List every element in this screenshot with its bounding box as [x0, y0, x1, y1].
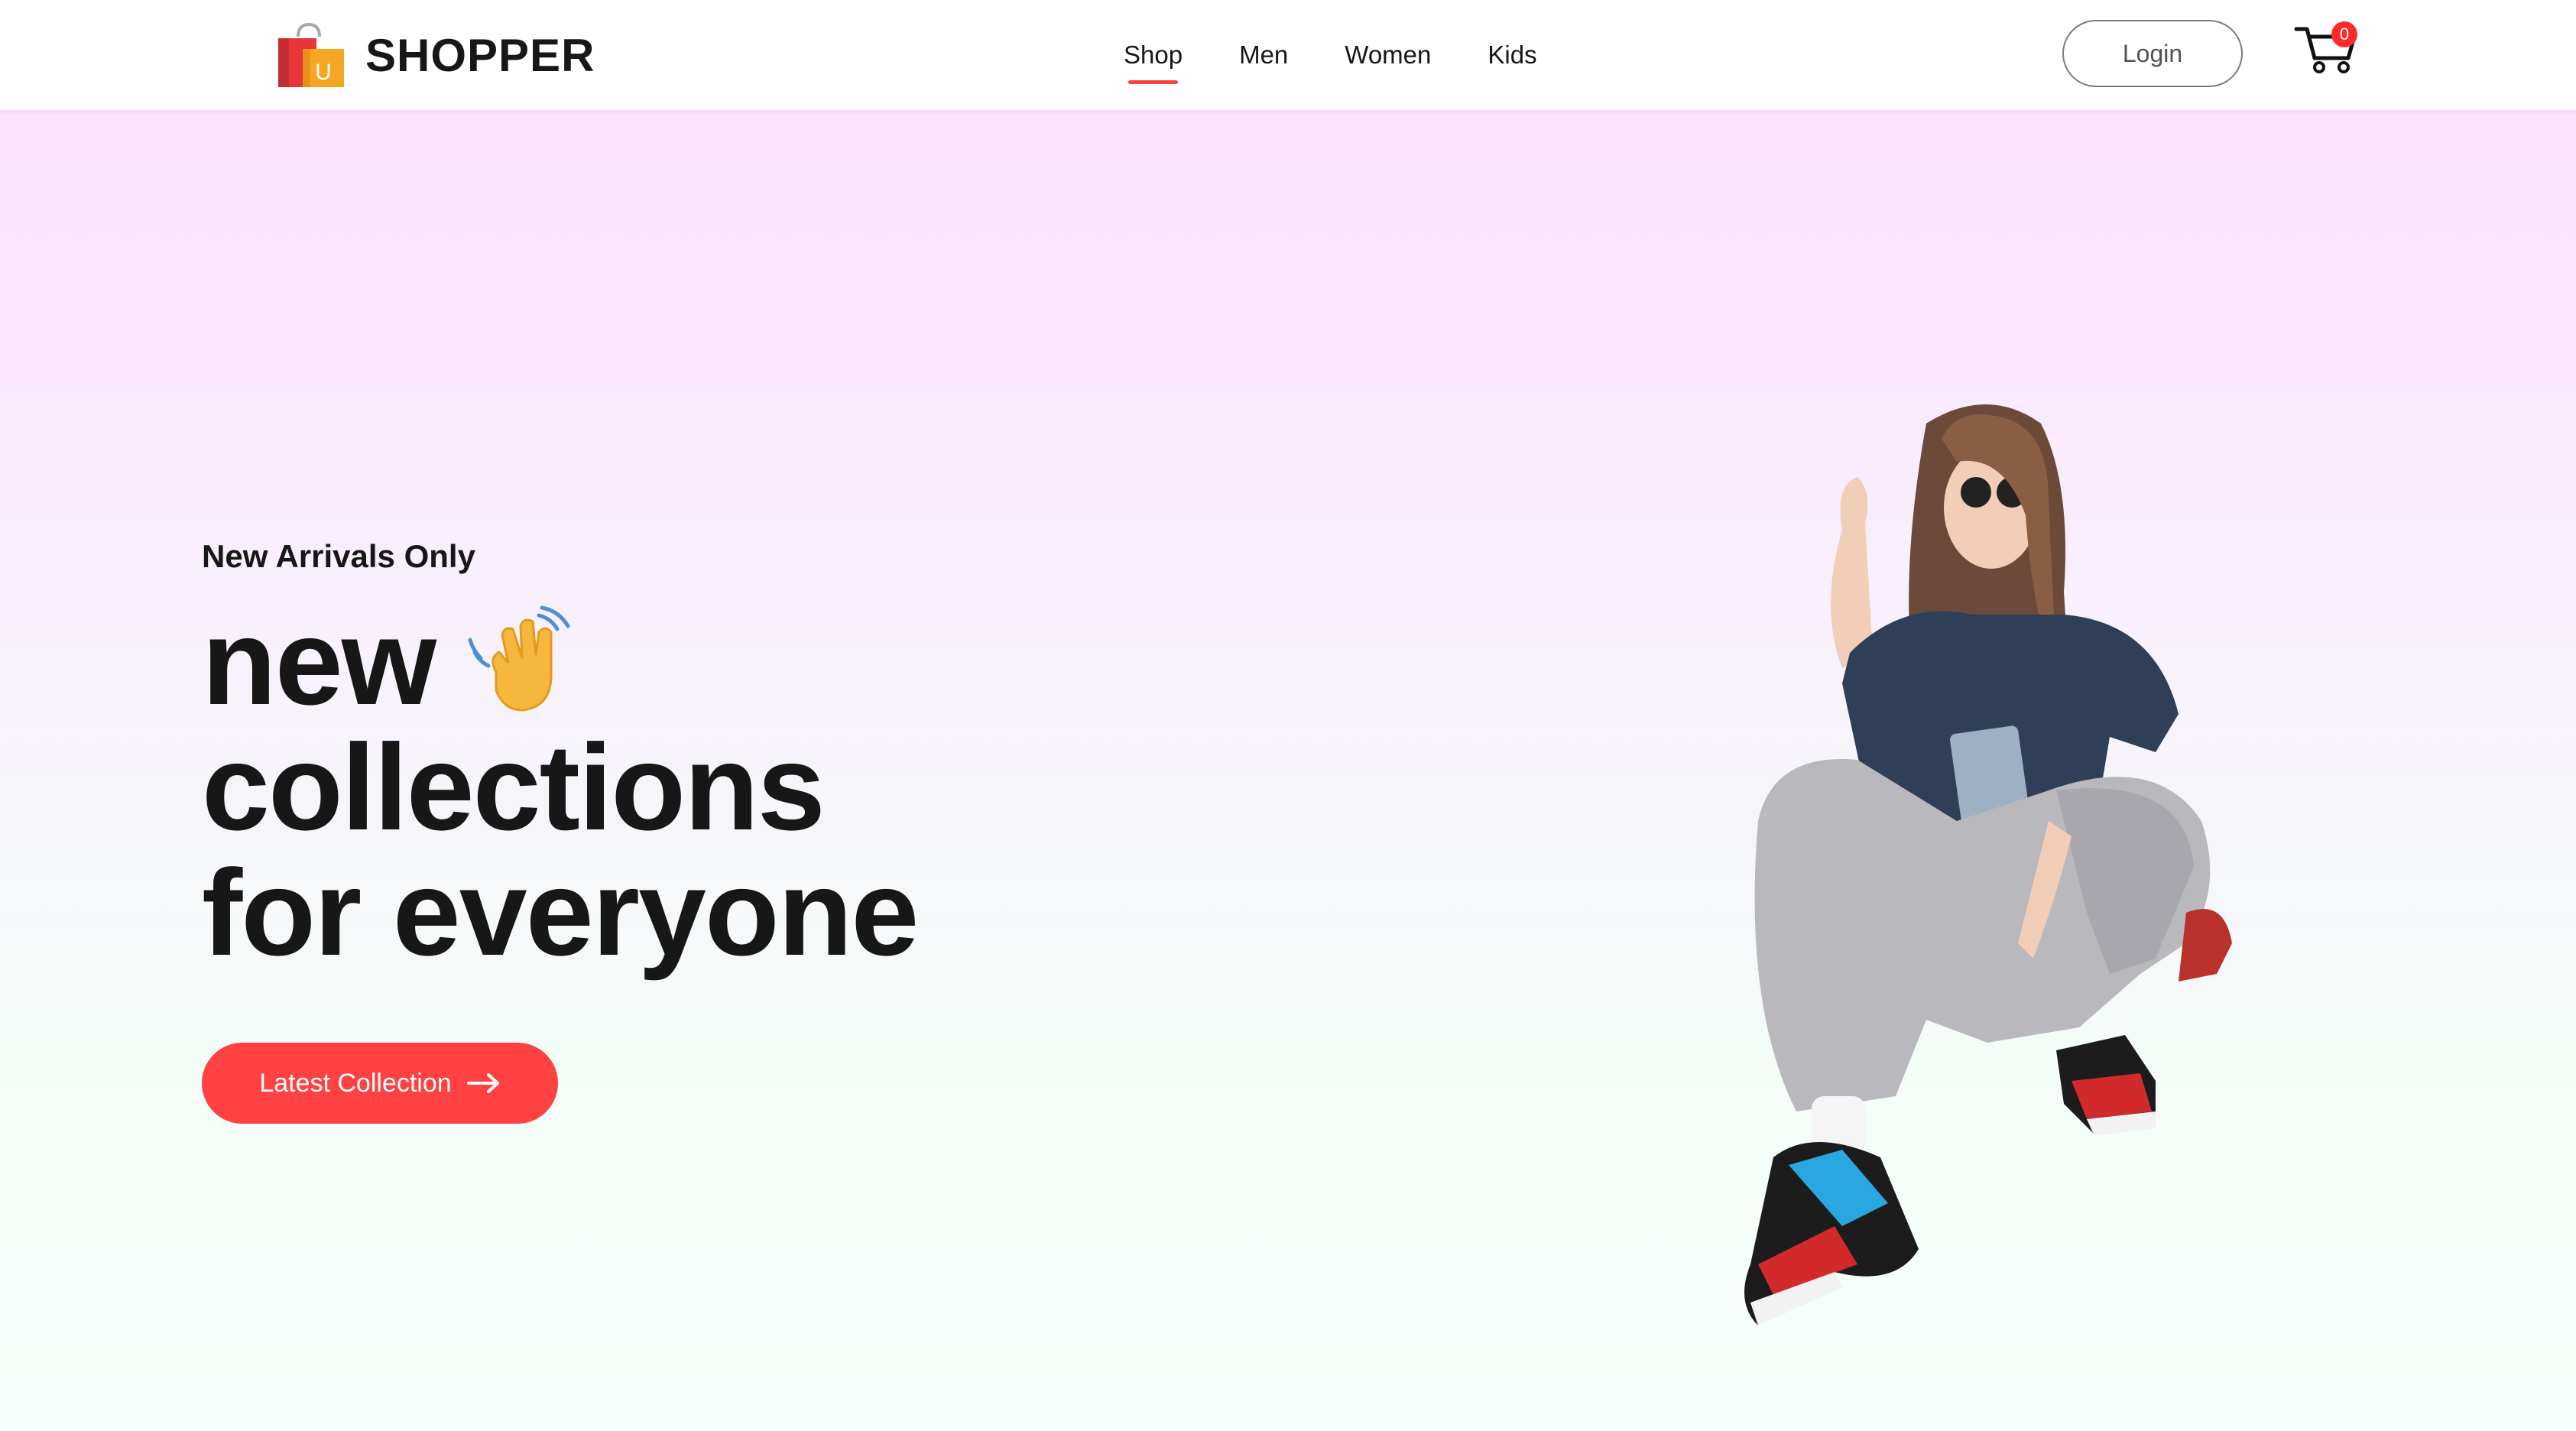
arrow-right-icon — [466, 1073, 499, 1093]
login-button[interactable]: Login — [2062, 20, 2243, 87]
navbar: U SHOPPER Shop Men Women Kids Login 0 — [0, 0, 2576, 110]
nav-item-label: Men — [1239, 41, 1289, 69]
cart-count-badge: 0 — [2331, 21, 2357, 47]
main-menu: Shop Men Women Kids — [1124, 31, 1537, 84]
nav-item-shop[interactable]: Shop — [1124, 31, 1183, 84]
hero-section: New Arrivals Only new collections for ev… — [0, 110, 2576, 1431]
hero-title-line: new — [202, 599, 917, 725]
logo[interactable]: U SHOPPER — [275, 20, 595, 90]
nav-item-women[interactable]: Women — [1345, 31, 1431, 80]
hero-model-image — [1744, 404, 2232, 1326]
hero-title-line: collections — [202, 725, 917, 850]
hero-title-word: for everyone — [202, 844, 919, 981]
nav-item-label: Women — [1345, 41, 1432, 69]
hero-title-word: collections — [202, 719, 826, 855]
waving-hand-icon — [468, 605, 570, 712]
svg-text:U: U — [315, 60, 332, 85]
brand-name: SHOPPER — [365, 29, 595, 81]
active-indicator — [1128, 80, 1179, 84]
nav-item-label: Shop — [1124, 41, 1183, 69]
hero-text: New Arrivals Only new collections for ev… — [202, 538, 919, 981]
nav-item-label: Kids — [1488, 41, 1537, 69]
shopping-bag-icon: U — [278, 22, 344, 87]
hero-title-line: for everyone — [202, 844, 919, 981]
latest-collection-button[interactable]: Latest Collection — [202, 1043, 558, 1124]
nav-item-men[interactable]: Men — [1239, 31, 1288, 80]
cta-label: Latest Collection — [259, 1068, 452, 1098]
hero-title-word: new — [202, 593, 436, 730]
hero-tagline: New Arrivals Only — [202, 538, 475, 574]
nav-item-kids[interactable]: Kids — [1488, 31, 1536, 80]
